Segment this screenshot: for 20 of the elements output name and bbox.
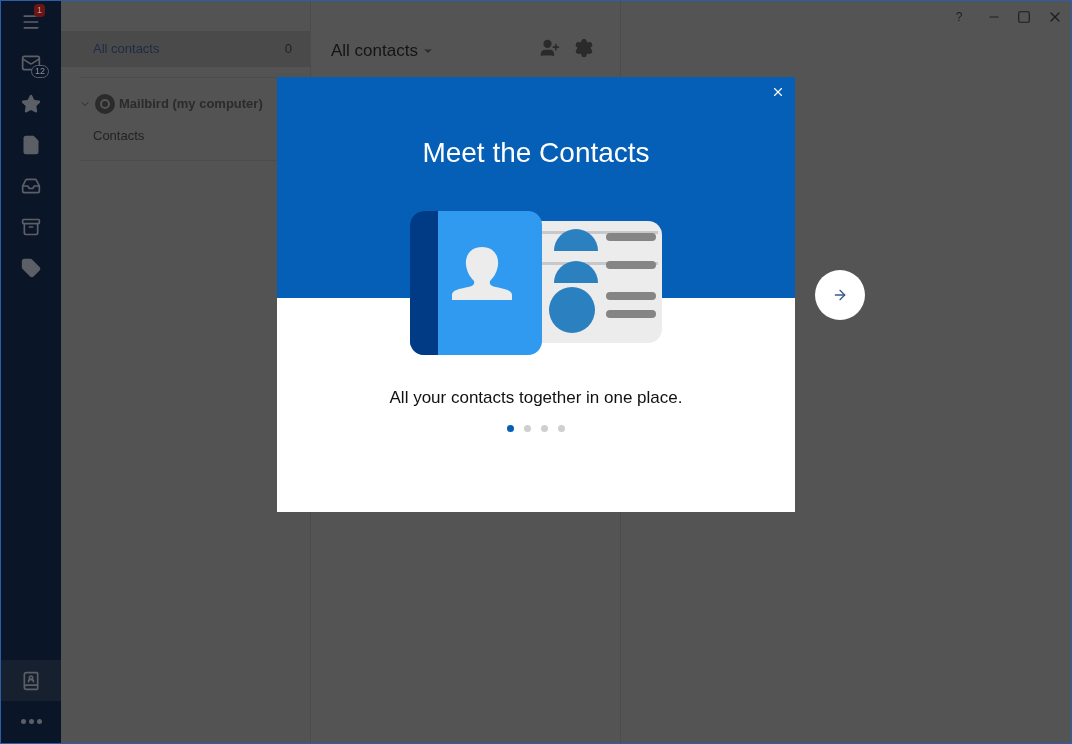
account-logo-icon	[95, 94, 115, 114]
settings-icon[interactable]	[574, 38, 594, 58]
rail-button[interactable]: 12	[1, 42, 61, 83]
document-icon	[21, 134, 41, 155]
star-icon	[21, 93, 41, 114]
tag-icon	[21, 257, 41, 278]
rail-button[interactable]	[1, 660, 61, 701]
dialog-message: All your contacts together in one place.	[389, 387, 683, 409]
view-dropdown[interactable]: All contacts	[331, 38, 434, 64]
more-icon	[20, 719, 42, 724]
add-contact-icon[interactable]	[540, 38, 560, 58]
notification-badge: 1	[34, 4, 45, 17]
close-icon[interactable]	[771, 85, 785, 99]
contact-book-icon	[21, 670, 41, 691]
rail-button[interactable]: 1	[1, 1, 61, 42]
help-button[interactable]: ?	[947, 7, 971, 27]
next-button[interactable]	[815, 270, 865, 320]
count-badge: 12	[31, 65, 49, 78]
archive-icon	[21, 216, 41, 237]
dialog-title: Meet the Contacts	[422, 136, 650, 170]
